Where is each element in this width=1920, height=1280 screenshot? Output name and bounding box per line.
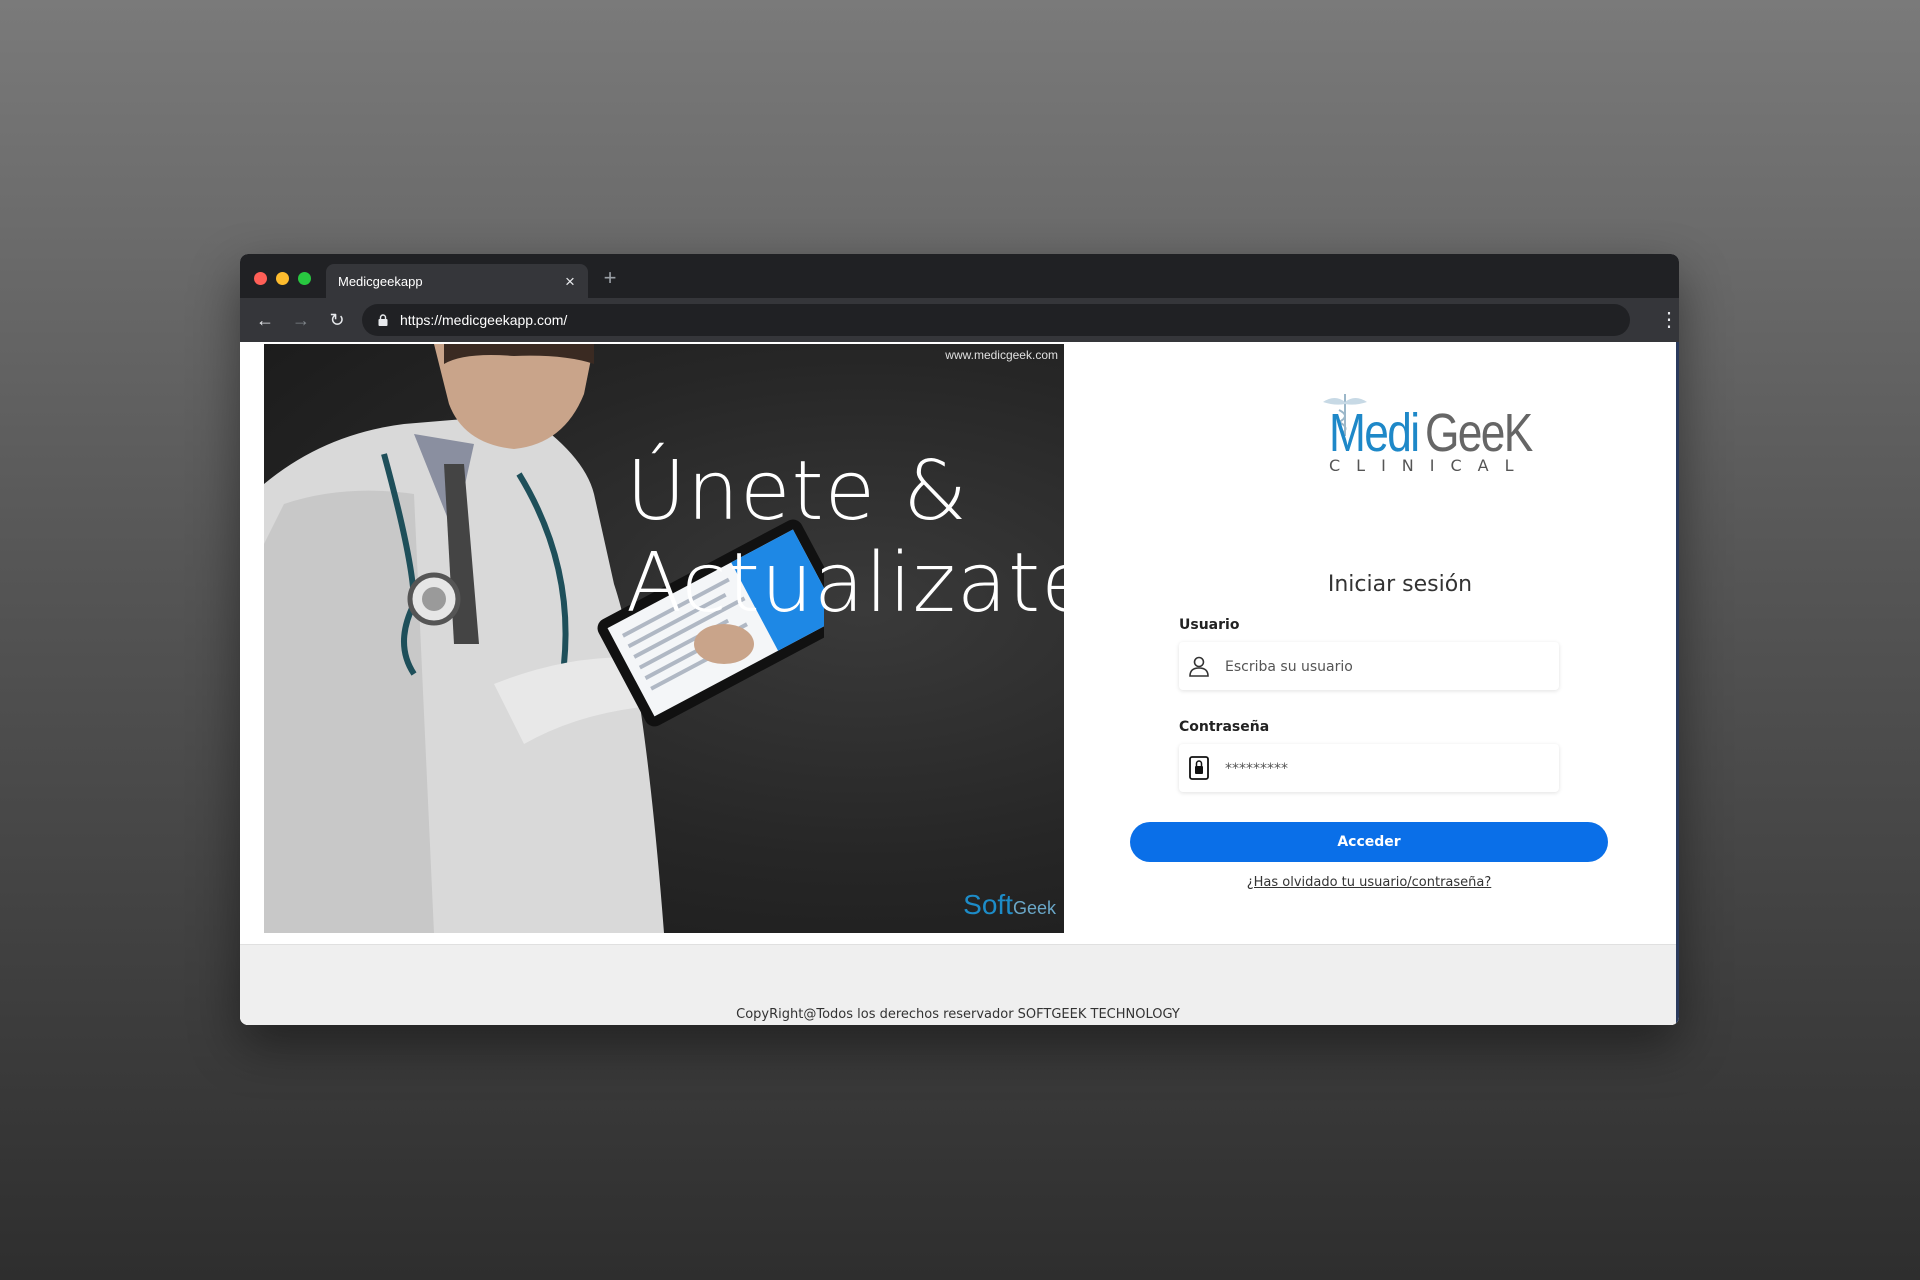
user-icon [1189, 656, 1209, 677]
close-window-icon[interactable] [254, 272, 267, 285]
padlock-icon [1189, 756, 1209, 780]
hero-watermark: www.medicgeek.com [945, 348, 1058, 362]
page-content: www.medicgeek.com Únete & Actualizate So… [240, 342, 1679, 1025]
hero-headline-line2: Actualizate [626, 536, 1064, 631]
login-title: Iniciar sesión [1327, 572, 1473, 597]
minimize-window-icon[interactable] [276, 272, 289, 285]
browser-toolbar: ← → ↻ https://medicgeekapp.com/ ⋮ [240, 298, 1679, 342]
username-label: Usuario [1179, 617, 1240, 633]
browser-window: Medicgeekapp × + ← → ↻ https://medicgeek… [240, 254, 1679, 1025]
password-input[interactable] [1223, 744, 1547, 794]
tab-title: Medicgeekapp [338, 274, 423, 289]
brand-name-geek: GeeK [1425, 403, 1533, 463]
new-tab-icon[interactable]: + [598, 266, 622, 290]
forward-icon[interactable]: → [289, 308, 313, 332]
brand-name-medi: Medi [1329, 403, 1420, 463]
forgot-credentials-link[interactable]: ¿Has olvidado tu usuario/contraseña? [1124, 875, 1614, 890]
login-submit-button[interactable]: Acceder [1130, 822, 1608, 862]
address-bar[interactable]: https://medicgeekapp.com/ [362, 304, 1630, 336]
page-footer: CopyRight@Todos los derechos reservador … [240, 944, 1676, 1025]
lock-icon [378, 314, 388, 326]
footer-copyright: CopyRight@Todos los derechos reservador … [736, 1007, 1180, 1022]
medigeek-logo: Medi GeeK CLINICAL [1317, 390, 1533, 475]
brand-subtitle: CLINICAL [1329, 456, 1530, 475]
browser-menu-icon[interactable]: ⋮ [1659, 308, 1679, 332]
hero-banner: www.medicgeek.com Únete & Actualizate So… [264, 344, 1064, 933]
username-input[interactable] [1223, 642, 1547, 692]
softgeek-logo: SoftGeek [963, 889, 1056, 921]
browser-tab[interactable]: Medicgeekapp × [326, 264, 588, 300]
back-icon[interactable]: ← [253, 308, 277, 332]
url-text[interactable]: https://medicgeekapp.com/ [400, 312, 567, 328]
maximize-window-icon[interactable] [298, 272, 311, 285]
password-label: Contraseña [1179, 719, 1270, 735]
reload-icon[interactable]: ↻ [325, 308, 349, 332]
softgeek-logo-soft: Soft [963, 889, 1013, 920]
close-tab-icon[interactable]: × [560, 272, 580, 292]
username-field[interactable] [1179, 642, 1559, 692]
password-field[interactable] [1179, 744, 1559, 794]
hero-headline-line1: Únete & [626, 444, 969, 539]
softgeek-logo-geek: Geek [1012, 898, 1056, 918]
browser-titlebar: Medicgeekapp × + [240, 254, 1679, 300]
login-panel: Medi GeeK CLINICAL Iniciar sesión Usuari… [1124, 342, 1676, 933]
doctor-illustration [264, 344, 824, 933]
